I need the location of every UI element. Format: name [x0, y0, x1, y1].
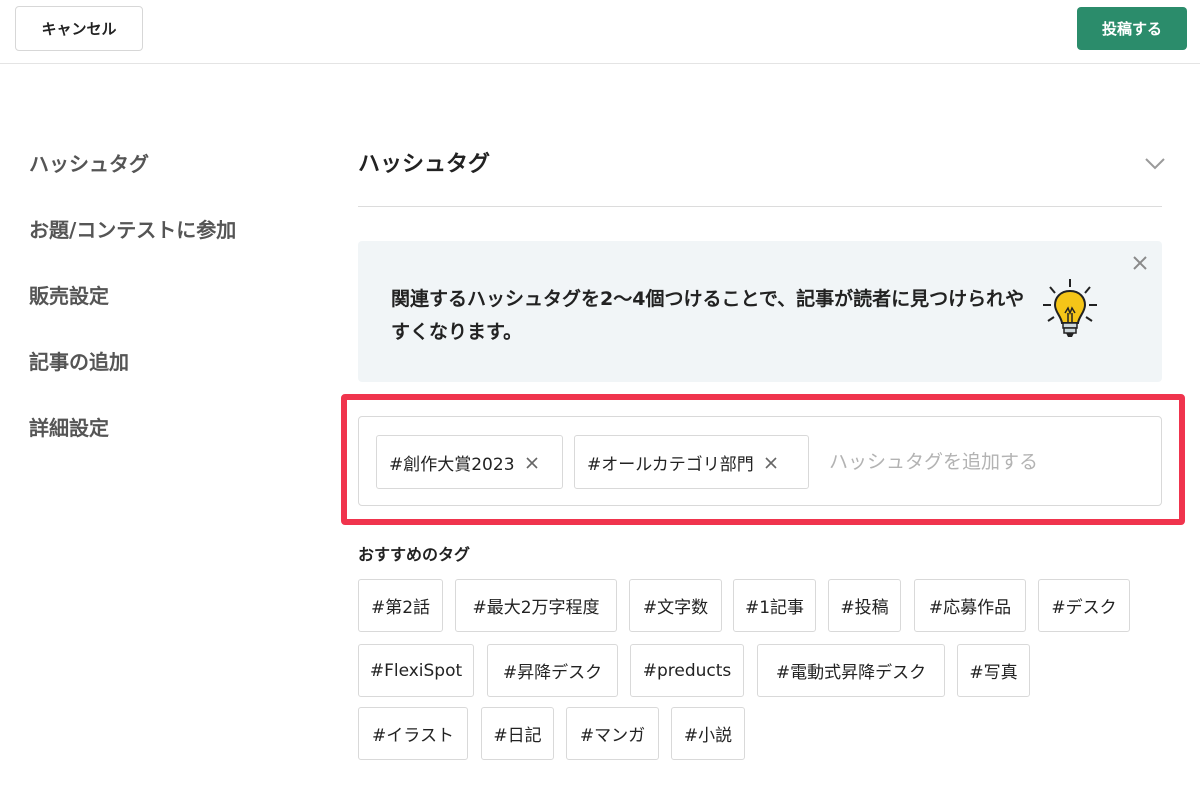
sidebar-item-sales[interactable]: 販売設定	[29, 280, 309, 346]
lightbulb-icon	[1040, 277, 1100, 347]
settings-sidebar: ハッシュタグ お題/コンテストに参加 販売設定 記事の追加 詳細設定	[29, 148, 309, 478]
recommended-tag[interactable]: #イラスト	[358, 707, 468, 760]
recommended-tag[interactable]: #FlexiSpot	[358, 644, 474, 697]
recommended-tag[interactable]: #投稿	[828, 579, 901, 632]
recommended-tag[interactable]: #昇降デスク	[487, 644, 618, 697]
recommended-tag[interactable]: #応募作品	[914, 579, 1026, 632]
recommended-tag[interactable]: #写真	[957, 644, 1030, 697]
hashtag-input[interactable]	[829, 435, 1139, 489]
section-title: ハッシュタグ	[358, 152, 491, 177]
recommended-tag[interactable]: #日記	[481, 707, 554, 760]
sidebar-item-add-article[interactable]: 記事の追加	[29, 346, 309, 412]
tag-chip-label: #創作大賞2023	[389, 454, 515, 475]
recommended-tag[interactable]: #デスク	[1038, 579, 1130, 632]
hashtag-tip: 関連するハッシュタグを2〜4個つけることで、記事が読者に見つけられやすくなります…	[358, 241, 1162, 382]
close-icon[interactable]	[525, 455, 539, 469]
sidebar-item-advanced[interactable]: 詳細設定	[29, 412, 309, 478]
recommended-tag[interactable]: #最大2万字程度	[455, 579, 617, 632]
recommended-tag[interactable]: #電動式昇降デスク	[757, 644, 945, 697]
recommended-tag[interactable]: #第2話	[358, 579, 443, 632]
post-button[interactable]: 投稿する	[1077, 7, 1187, 50]
recommended-tag[interactable]: #preducts	[630, 644, 744, 697]
section-divider	[358, 206, 1162, 207]
recommended-tag[interactable]: #文字数	[629, 579, 722, 632]
recommended-tag[interactable]: #小説	[671, 707, 745, 760]
sidebar-item-hashtag[interactable]: ハッシュタグ	[29, 148, 309, 214]
hashtag-input-box[interactable]: #創作大賞2023 #オールカテゴリ部門	[358, 416, 1162, 506]
close-icon[interactable]	[764, 455, 778, 469]
recommended-tags-title: おすすめのタグ	[358, 545, 471, 564]
recommended-tag[interactable]: #1記事	[733, 579, 816, 632]
recommended-tag[interactable]: #マンガ	[566, 707, 659, 760]
selected-tag-chip: #創作大賞2023	[376, 435, 563, 489]
tip-text: 関連するハッシュタグを2〜4個つけることで、記事が読者に見つけられやすくなります…	[391, 288, 1025, 343]
chevron-down-icon[interactable]	[1142, 152, 1168, 176]
close-icon[interactable]	[1130, 253, 1150, 273]
sidebar-item-contest[interactable]: お題/コンテストに参加	[29, 214, 309, 280]
cancel-button[interactable]: キャンセル	[15, 6, 143, 51]
top-bar: キャンセル 投稿する	[0, 0, 1200, 64]
selected-tag-chip: #オールカテゴリ部門	[574, 435, 809, 489]
tag-chip-label: #オールカテゴリ部門	[587, 454, 754, 475]
